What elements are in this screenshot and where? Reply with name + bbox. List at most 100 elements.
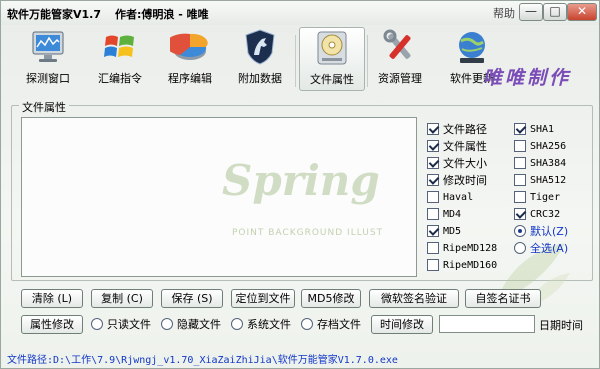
check-label: MD4 bbox=[443, 208, 462, 220]
main-window: 软件万能管家V1.7 作者:傅明浪 - 唯唯 帮助 — □ ✕ 探测窗口 汇编指… bbox=[0, 0, 600, 369]
checkbox[interactable] bbox=[427, 225, 439, 237]
clear-button[interactable]: 清除 (L) bbox=[21, 289, 83, 308]
time-modify-button[interactable]: 时间修改 bbox=[371, 315, 433, 334]
checkbox[interactable] bbox=[427, 191, 439, 203]
radio-label: 系统文件 bbox=[247, 318, 291, 331]
check-file-path[interactable]: 文件路径 bbox=[427, 121, 487, 137]
checkbox[interactable] bbox=[514, 191, 526, 203]
check-sha1[interactable]: SHA1 bbox=[514, 121, 554, 137]
check-ripemd128[interactable]: RipeMD128 bbox=[427, 240, 497, 256]
tool-label: 资源管理 bbox=[378, 72, 422, 85]
author-label: 作者:傅明浪 - 唯唯 bbox=[115, 8, 209, 21]
check-tiger[interactable]: Tiger bbox=[514, 189, 560, 205]
checkbox[interactable] bbox=[427, 174, 439, 186]
radio-button[interactable] bbox=[231, 318, 243, 330]
checkbox[interactable] bbox=[427, 123, 439, 135]
windows-logo-icon bbox=[104, 35, 134, 57]
minimize-button[interactable]: — bbox=[519, 3, 543, 21]
tool-label: 附加数据 bbox=[238, 72, 282, 85]
radio-label: 全选(A) bbox=[530, 242, 569, 255]
pie-chart-icon bbox=[170, 33, 208, 60]
check-modify-time[interactable]: 修改时间 bbox=[427, 172, 487, 188]
md5-modify-button[interactable]: MD5修改 bbox=[301, 289, 361, 308]
help-link[interactable]: 帮助 bbox=[493, 5, 515, 21]
radio-archive[interactable]: 存档文件 bbox=[301, 316, 361, 332]
date-time-label: 日期时间 bbox=[539, 319, 583, 332]
radio-label: 存档文件 bbox=[317, 318, 361, 331]
checkbox[interactable] bbox=[514, 208, 526, 220]
check-label: SHA512 bbox=[530, 174, 567, 186]
maximize-button[interactable]: □ bbox=[543, 3, 567, 21]
status-file-path: 文件路径:D:\工作\7.9\Rjwngj_v1.70_XiaZaiZhiJia… bbox=[7, 355, 398, 366]
radio-label: 隐藏文件 bbox=[177, 318, 221, 331]
check-label: 文件大小 bbox=[443, 157, 487, 170]
tools-icon bbox=[383, 29, 411, 59]
tool-append-data[interactable]: 附加数据 bbox=[227, 27, 293, 91]
check-haval[interactable]: Haval bbox=[427, 189, 473, 205]
checkbox[interactable] bbox=[514, 123, 526, 135]
radio-system[interactable]: 系统文件 bbox=[231, 316, 291, 332]
brand-text: 唯唯制作 bbox=[483, 67, 572, 89]
radio-hidden[interactable]: 隐藏文件 bbox=[161, 316, 221, 332]
tool-label: 探测窗口 bbox=[26, 72, 70, 85]
radio-button[interactable] bbox=[301, 318, 313, 330]
result-text-area[interactable]: Spring POINT BACKGROUND ILLUST bbox=[21, 117, 417, 277]
title-bar: 软件万能管家V1.7 作者:傅明浪 - 唯唯 帮助 — □ ✕ bbox=[1, 1, 599, 25]
toolbar-separator bbox=[295, 35, 296, 87]
copy-button[interactable]: 复制 (C) bbox=[91, 289, 153, 308]
radio-button[interactable] bbox=[514, 225, 526, 237]
tool-label: 汇编指令 bbox=[98, 72, 142, 85]
tool-file-properties[interactable]: 文件属性 bbox=[299, 27, 365, 91]
window-title: 软件万能管家V1.7 bbox=[7, 8, 101, 21]
check-label: CRC32 bbox=[530, 208, 561, 220]
close-button[interactable]: ✕ bbox=[567, 3, 597, 21]
check-sha512[interactable]: SHA512 bbox=[514, 172, 566, 188]
tool-resource-manager[interactable]: 资源管理 bbox=[367, 27, 433, 91]
check-label: MD5 bbox=[443, 225, 462, 237]
radio-button[interactable] bbox=[514, 242, 526, 254]
tool-assembly[interactable]: 汇编指令 bbox=[87, 27, 153, 91]
check-label: Tiger bbox=[530, 191, 561, 203]
check-label: 文件属性 bbox=[443, 140, 487, 153]
radio-label: 只读文件 bbox=[107, 318, 151, 331]
disc-drive-icon bbox=[317, 31, 347, 65]
locate-file-button[interactable]: 定位到文件 bbox=[231, 289, 295, 308]
horse-shield-icon bbox=[245, 29, 275, 65]
radio-select-all[interactable]: 全选(A) bbox=[514, 240, 568, 256]
checkbox[interactable] bbox=[427, 157, 439, 169]
attr-modify-button[interactable]: 属性修改 bbox=[21, 315, 83, 334]
checkbox[interactable] bbox=[427, 242, 439, 254]
tool-label: 程序编辑 bbox=[168, 72, 212, 85]
radio-readonly[interactable]: 只读文件 bbox=[91, 316, 151, 332]
date-time-input[interactable] bbox=[439, 315, 535, 333]
checkbox[interactable] bbox=[427, 259, 439, 271]
check-file-attr[interactable]: 文件属性 bbox=[427, 138, 487, 154]
globe-update-icon bbox=[459, 32, 485, 63]
check-md5[interactable]: MD5 bbox=[427, 223, 461, 239]
checkbox[interactable] bbox=[427, 140, 439, 152]
checkbox[interactable] bbox=[514, 174, 526, 186]
check-sha256[interactable]: SHA256 bbox=[514, 138, 566, 154]
check-crc32[interactable]: CRC32 bbox=[514, 206, 560, 222]
radio-button[interactable] bbox=[91, 318, 103, 330]
ms-signature-verify-button[interactable]: 微软签名验证 bbox=[369, 289, 459, 308]
radio-default[interactable]: 默认(Z) bbox=[514, 223, 568, 239]
self-signed-cert-button[interactable]: 自签名证书 bbox=[465, 289, 541, 308]
radio-button[interactable] bbox=[161, 318, 173, 330]
check-md4[interactable]: MD4 bbox=[427, 206, 461, 222]
tool-program-edit[interactable]: 程序编辑 bbox=[157, 27, 223, 91]
check-label: Haval bbox=[443, 191, 474, 203]
check-label: RipeMD128 bbox=[443, 242, 498, 254]
checkbox[interactable] bbox=[514, 157, 526, 169]
checkbox[interactable] bbox=[514, 140, 526, 152]
checkbox[interactable] bbox=[427, 208, 439, 220]
check-ripemd160[interactable]: RipeMD160 bbox=[427, 257, 497, 273]
tool-detect-window[interactable]: 探测窗口 bbox=[15, 27, 81, 91]
check-label: SHA256 bbox=[530, 140, 567, 152]
check-sha384[interactable]: SHA384 bbox=[514, 155, 566, 171]
check-label: SHA384 bbox=[530, 157, 567, 169]
check-label: RipeMD160 bbox=[443, 259, 498, 271]
check-file-size[interactable]: 文件大小 bbox=[427, 155, 487, 171]
radio-label: 默认(Z) bbox=[530, 225, 569, 238]
save-button[interactable]: 保存 (S) bbox=[161, 289, 223, 308]
